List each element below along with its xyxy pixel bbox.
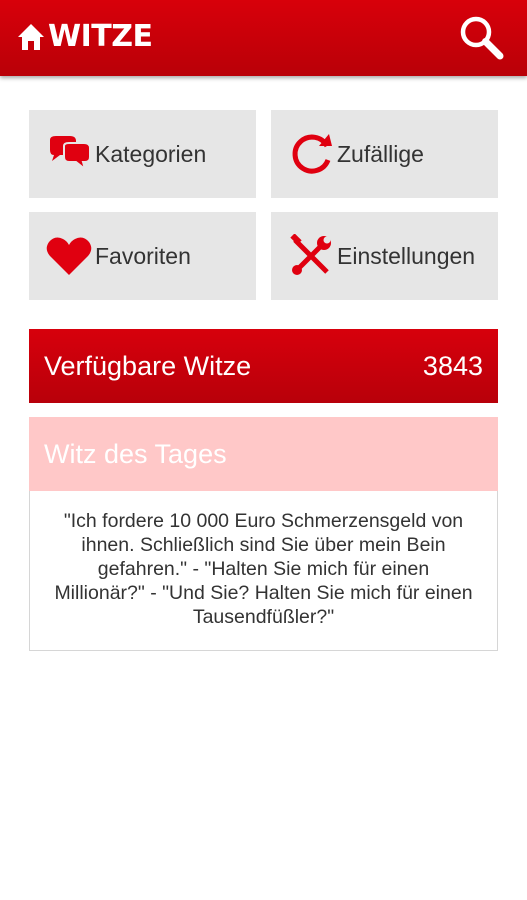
search-icon xyxy=(458,16,506,66)
refresh-icon xyxy=(285,128,337,180)
heart-icon xyxy=(43,230,95,282)
joke-of-day-card[interactable]: "Ich fordere 10 000 Euro Schmerzensgeld … xyxy=(29,491,498,651)
menu-tile-einstellungen[interactable]: Einstellungen xyxy=(271,212,498,300)
joke-of-day-title: Witz des Tages xyxy=(44,438,227,469)
menu-tile-kategorien[interactable]: Kategorien xyxy=(29,110,256,198)
tools-icon xyxy=(285,230,337,282)
available-jokes-bar[interactable]: Verfügbare Witze 3843 xyxy=(29,329,498,403)
search-button[interactable] xyxy=(458,14,506,62)
tile-label: Kategorien xyxy=(95,140,207,167)
home-logo-button[interactable]: WITZE xyxy=(16,14,153,60)
menu-tile-zufaellige[interactable]: Zufällige xyxy=(271,110,498,198)
joke-of-day-text: "Ich fordere 10 000 Euro Schmerzensgeld … xyxy=(54,510,473,628)
app-title: WITZE xyxy=(48,19,153,54)
tile-label: Zufällige xyxy=(337,140,424,167)
tile-label: Einstellungen xyxy=(337,242,476,269)
speech-bubbles-icon xyxy=(43,128,95,180)
tile-label: Favoriten xyxy=(95,242,191,269)
menu-tile-favoriten[interactable]: Favoriten xyxy=(29,212,256,300)
available-jokes-label: Verfügbare Witze xyxy=(44,350,252,381)
available-jokes-count: 3843 xyxy=(422,350,483,381)
joke-of-day-header: Witz des Tages xyxy=(29,417,498,491)
home-icon xyxy=(16,22,46,52)
top-app-bar: WITZE xyxy=(0,0,527,76)
